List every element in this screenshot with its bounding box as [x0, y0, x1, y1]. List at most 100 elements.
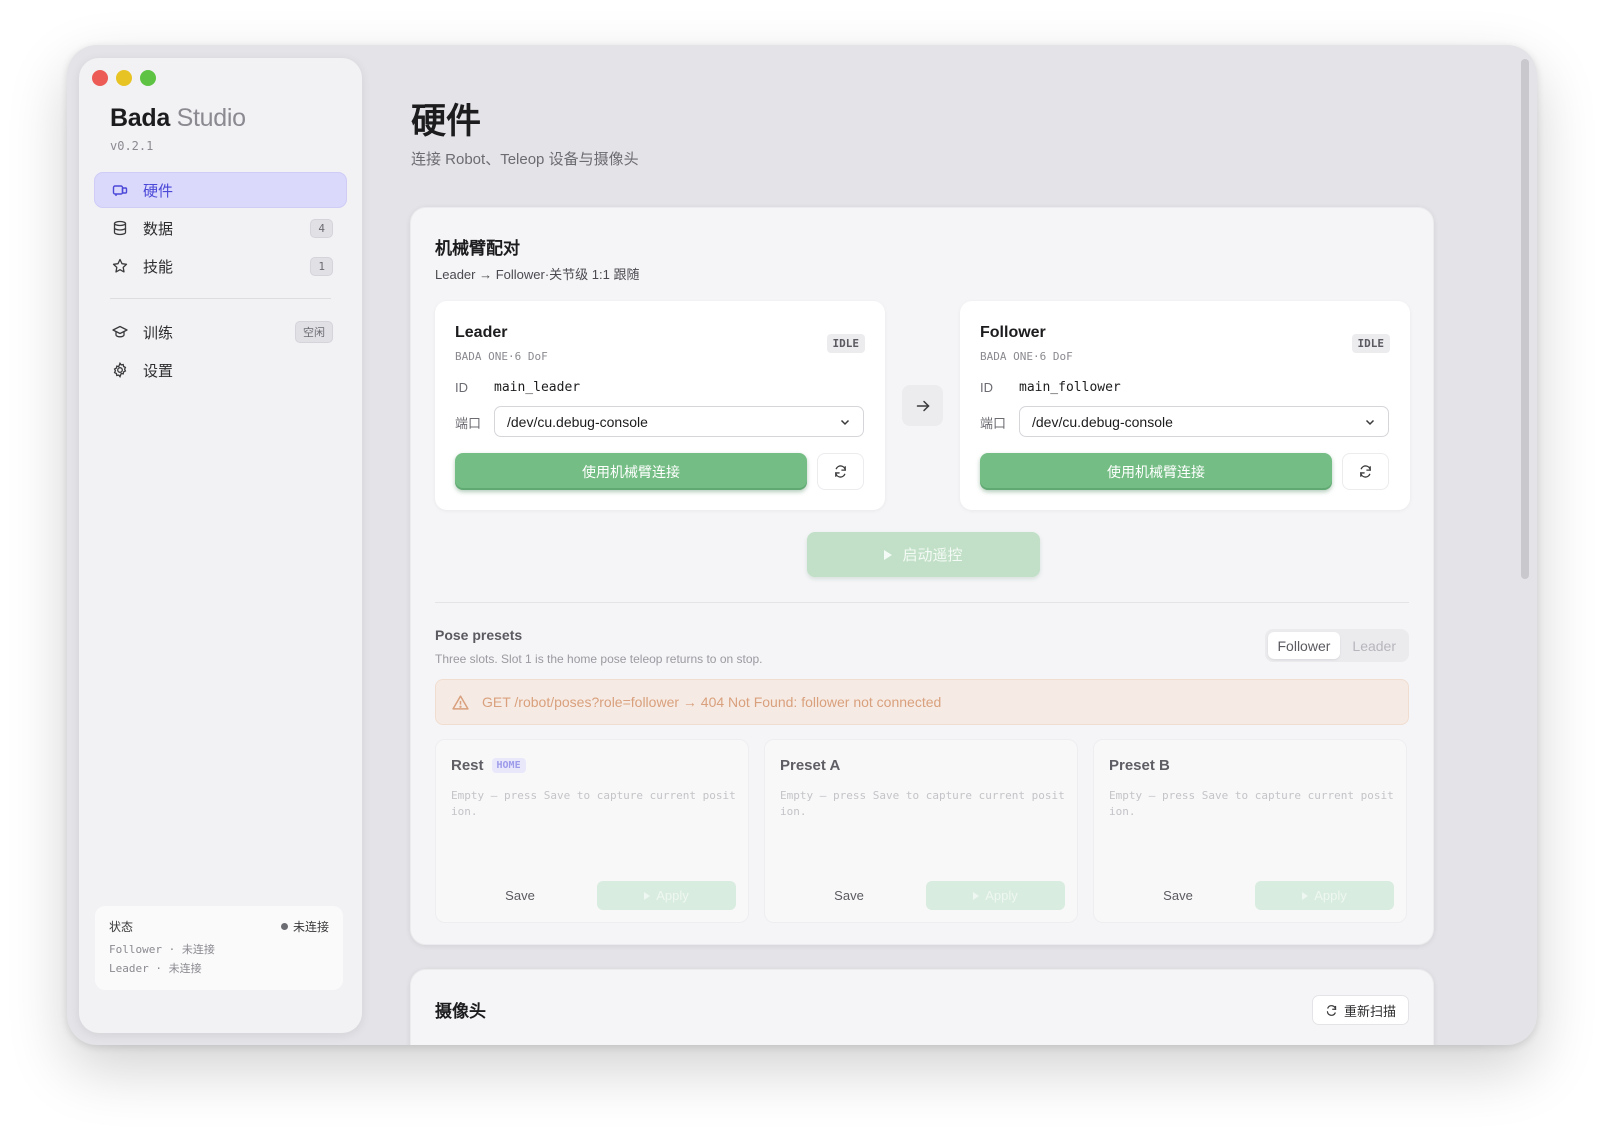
- follower-connect-button[interactable]: 使用机械臂连接: [980, 453, 1332, 490]
- leader-arm-panel: Leader BADA ONE·6 DoF IDLE ID main_leade…: [435, 301, 885, 510]
- role-toggle: Follower Leader: [1264, 629, 1409, 662]
- play-icon: [973, 891, 980, 900]
- status-label: 状态: [109, 920, 134, 934]
- role-toggle-follower[interactable]: Follower: [1267, 632, 1341, 659]
- id-label: ID: [980, 380, 993, 395]
- apply-label: Apply: [1314, 888, 1347, 903]
- sidebar: Bada Studio v0.2.1 硬件 数据 4 技能 1 训练 空闲 设置…: [79, 58, 362, 1033]
- start-teleop-label: 启动遥控: [902, 547, 963, 564]
- main-content: 硬件 连接 Robot、Teleop 设备与摄像头 机械臂配对 Leader →…: [362, 45, 1537, 1045]
- port-select-value: /dev/cu.debug-console: [507, 413, 648, 430]
- status-value: 未连接: [292, 920, 329, 934]
- refresh-icon: [835, 465, 846, 478]
- sidebar-item-data[interactable]: 数据 4: [94, 210, 347, 246]
- preset-description: Empty — press Save to capture current po…: [780, 789, 1065, 818]
- arrow-right-icon: [916, 400, 930, 411]
- arm-pairing-card: 机械臂配对 Leader → Follower·关节级 1:1 跟随 Leade…: [410, 207, 1434, 945]
- preset-name: Preset A: [780, 757, 841, 774]
- hardware-icon: [112, 182, 128, 198]
- error-message: GET /robot/poses?role=follower → 404 Not…: [482, 694, 942, 710]
- preset-slot-rest: Rest HOME Empty — press Save to capture …: [435, 739, 749, 923]
- preset-slot-a: Preset A Empty — press Save to capture c…: [764, 739, 1078, 923]
- zoom-window-button[interactable]: [140, 70, 156, 86]
- pairing-arrow: [902, 385, 943, 426]
- star-icon: [112, 258, 128, 274]
- count-badge: 1: [310, 256, 333, 276]
- home-tag: HOME: [491, 758, 526, 773]
- rescan-button[interactable]: 重新扫描: [1311, 995, 1409, 1025]
- sidebar-divider: [110, 298, 331, 299]
- play-icon: [1302, 891, 1309, 900]
- preset-apply-button[interactable]: Apply: [597, 881, 736, 910]
- status-badge: 空闲: [295, 321, 333, 343]
- follower-port-select[interactable]: /dev/cu.debug-console: [1019, 406, 1389, 437]
- preset-save-button[interactable]: Save: [1109, 881, 1247, 910]
- gear-icon: [112, 362, 128, 378]
- preset-title: Preset B: [1109, 757, 1170, 774]
- sidebar-item-label: 硬件: [143, 182, 174, 200]
- page-subtitle: 连接 Robot、Teleop 设备与摄像头: [411, 151, 639, 168]
- arm-model: BADA ONE·6 DoF: [455, 350, 548, 363]
- sidebar-item-training[interactable]: 训练 空闲: [94, 314, 347, 350]
- preset-description: Empty — press Save to capture current po…: [1109, 789, 1394, 818]
- preset-title: Preset A: [780, 757, 840, 774]
- card-title: 摄像头: [435, 1002, 486, 1021]
- chevron-down-icon: [840, 419, 850, 425]
- preset-slot-b: Preset B Empty — press Save to capture c…: [1093, 739, 1407, 923]
- chevron-down-icon: [1365, 419, 1375, 425]
- app-brand: Bada Studio: [110, 104, 246, 133]
- status-badge: IDLE: [826, 334, 865, 353]
- status-badge: IDLE: [1351, 334, 1390, 353]
- brand-name: Bada: [110, 104, 170, 132]
- preset-title: Rest HOME: [451, 757, 526, 774]
- follower-refresh-button[interactable]: [1342, 453, 1389, 490]
- window-controls: [92, 70, 156, 86]
- count-badge: 4: [310, 218, 333, 238]
- graduation-cap-icon: [112, 324, 128, 340]
- preset-name: Rest: [451, 757, 484, 774]
- refresh-icon: [1326, 1004, 1337, 1016]
- status-value-wrap: 未连接: [280, 918, 329, 935]
- sidebar-item-label: 设置: [143, 362, 174, 380]
- leader-port-select[interactable]: /dev/cu.debug-console: [494, 406, 864, 437]
- leader-refresh-button[interactable]: [817, 453, 864, 490]
- app-window: Bada Studio v0.2.1 硬件 数据 4 技能 1 训练 空闲 设置…: [67, 45, 1537, 1045]
- apply-label: Apply: [985, 888, 1018, 903]
- leader-connect-button[interactable]: 使用机械臂连接: [455, 453, 807, 490]
- card-subtitle: Leader → Follower·关节级 1:1 跟随: [435, 267, 640, 282]
- minimize-window-button[interactable]: [116, 70, 132, 86]
- section-divider: [435, 602, 1409, 603]
- pose-presets-subtitle: Three slots. Slot 1 is the home pose tel…: [435, 652, 763, 666]
- start-teleop-button[interactable]: 启动遥控: [807, 532, 1040, 577]
- database-icon: [112, 220, 128, 236]
- sidebar-nav: 硬件 数据 4 技能 1 训练 空闲 设置: [94, 172, 347, 390]
- warning-icon: [452, 694, 469, 710]
- refresh-icon: [1360, 465, 1371, 478]
- preset-description: Empty — press Save to capture current po…: [451, 789, 736, 818]
- role-toggle-leader[interactable]: Leader: [1342, 632, 1406, 659]
- scrollbar-thumb[interactable]: [1521, 59, 1529, 579]
- sidebar-item-hardware[interactable]: 硬件: [94, 172, 347, 208]
- arm-name: Follower: [980, 324, 1046, 341]
- preset-save-button[interactable]: Save: [451, 881, 589, 910]
- follower-status-line: Follower · 未连接: [109, 943, 215, 956]
- brand-suffix: Studio: [176, 104, 246, 132]
- sidebar-item-settings[interactable]: 设置: [94, 352, 347, 388]
- app-version: v0.2.1: [110, 139, 154, 153]
- connection-status-panel: 状态 未连接 Follower · 未连接 Leader · 未连接: [95, 906, 343, 990]
- close-window-button[interactable]: [92, 70, 108, 86]
- follower-arm-panel: Follower BADA ONE·6 DoF IDLE ID main_fol…: [960, 301, 1410, 510]
- preset-apply-button[interactable]: Apply: [1255, 881, 1394, 910]
- port-label: 端口: [980, 416, 1007, 431]
- apply-label: Apply: [656, 888, 689, 903]
- play-icon: [884, 549, 893, 560]
- sidebar-item-label: 技能: [143, 258, 174, 276]
- preset-save-button[interactable]: Save: [780, 881, 918, 910]
- camera-card: 摄像头 重新扫描: [410, 969, 1434, 1045]
- preset-apply-button[interactable]: Apply: [926, 881, 1065, 910]
- pose-presets-title: Pose presets: [435, 627, 523, 643]
- leader-status-line: Leader · 未连接: [109, 962, 202, 975]
- card-title: 机械臂配对: [435, 239, 520, 258]
- port-label: 端口: [455, 416, 482, 431]
- sidebar-item-skills[interactable]: 技能 1: [94, 248, 347, 284]
